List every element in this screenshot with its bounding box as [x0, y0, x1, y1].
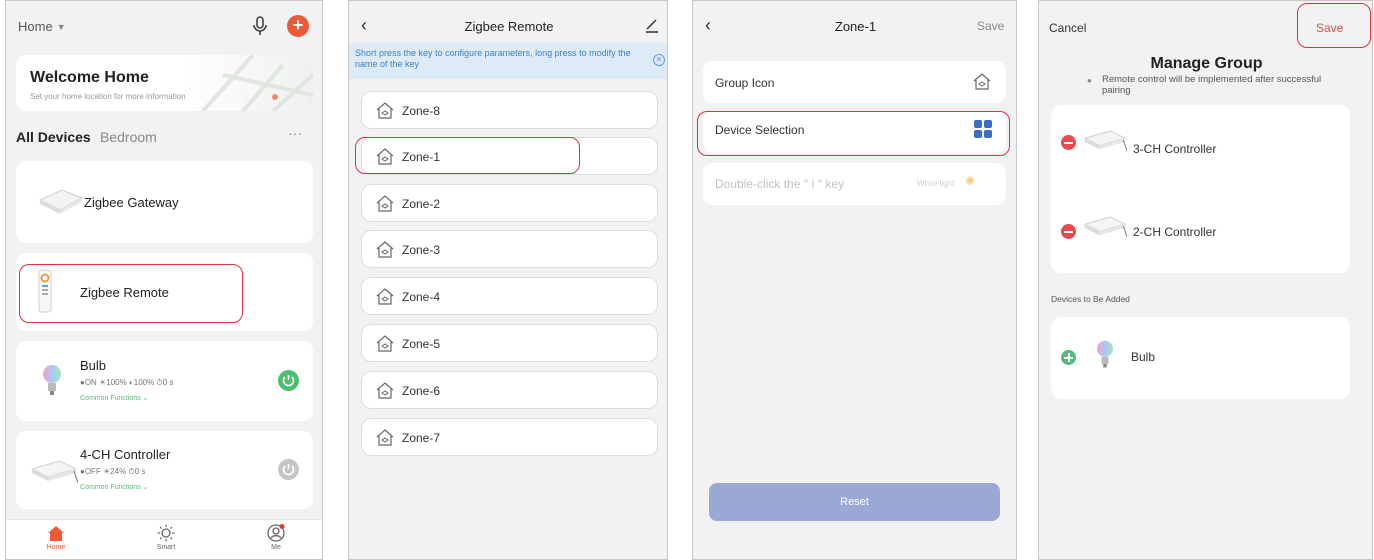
more-icon[interactable]: ··· — [288, 125, 302, 141]
banner-text: Short press the key to configure paramet… — [355, 48, 631, 69]
light-icon: ✺ — [965, 174, 976, 188]
zone-item[interactable]: Zone-6 — [361, 371, 658, 409]
home-icon — [48, 526, 64, 541]
power-icon — [282, 375, 295, 387]
group-devices-card: 3-CH Controller 2-CH Controller — [1051, 105, 1350, 273]
group-home-icon — [376, 241, 394, 258]
device-name: Bulb — [80, 358, 107, 373]
nav-smart[interactable]: Smart — [146, 524, 186, 551]
row-label: Group Icon — [715, 76, 775, 90]
nav-label: Me — [271, 544, 281, 551]
highlight-outline — [19, 264, 243, 323]
device-name: 4-CH Controller — [80, 447, 171, 462]
device-card-bulb[interactable]: Bulb ●ON ☀100% ◐100% ⏱0 s Common Functio… — [16, 341, 313, 421]
to-add-device-name: Bulb — [1131, 350, 1156, 364]
group-home-icon — [376, 382, 394, 399]
add-device-button[interactable] — [1061, 350, 1076, 365]
device-name: Zigbee Gateway — [84, 195, 179, 210]
nav-label: Smart — [156, 544, 176, 551]
welcome-subtitle: Set your home location for more informat… — [30, 92, 186, 101]
page-title: Manage Group — [1150, 55, 1263, 72]
bulb-icon — [1097, 340, 1113, 368]
nav-home[interactable]: Home — [36, 524, 76, 551]
nav-me[interactable]: Me — [256, 524, 296, 551]
group-device-name: 2-CH Controller — [1133, 225, 1217, 239]
info-icon: ● — [1087, 76, 1092, 85]
page-title: Zone-1 — [834, 19, 877, 34]
map-background-icon — [201, 55, 313, 111]
save-button[interactable]: Save — [977, 19, 1004, 33]
zone-item[interactable]: Zone-7 — [361, 418, 658, 456]
highlight-outline — [1297, 3, 1371, 48]
common-functions-link[interactable]: Common Functions ⌄ — [80, 394, 149, 402]
add-device-button[interactable]: + — [287, 15, 309, 37]
group-home-icon — [376, 335, 394, 352]
zone-item[interactable]: Zone-4 — [361, 277, 658, 315]
zone-item[interactable]: Zone-3 — [361, 230, 658, 268]
edit-icon[interactable] — [645, 17, 659, 33]
double-click-row[interactable]: Double-click the " I " key White light ✺ — [703, 163, 1006, 205]
nav-label: Home — [46, 544, 66, 551]
zone-item[interactable]: Zone-2 — [361, 184, 658, 222]
home-screen: Home ▼ + Welcome Home Set your home loca… — [5, 0, 323, 560]
info-banner: Short press the key to configure paramet… — [349, 43, 667, 79]
zone-label: Zone-7 — [402, 431, 441, 445]
controller-icon — [1083, 216, 1127, 238]
cancel-button[interactable]: Cancel — [1049, 21, 1086, 35]
device-status: ●OFF ☀24% ⏱0 s — [80, 467, 146, 476]
reset-button[interactable]: Reset — [709, 483, 1000, 521]
welcome-card[interactable]: Welcome Home Set your home location for … — [16, 55, 313, 111]
power-toggle[interactable] — [278, 370, 299, 391]
manage-group-screen: Cancel Save Manage Group ● Remote contro… — [1038, 0, 1373, 560]
page-title: Zigbee Remote — [464, 19, 554, 34]
controller-icon — [30, 460, 78, 484]
gateway-icon — [38, 189, 84, 214]
group-home-icon — [376, 288, 394, 305]
highlight-outline — [697, 111, 1010, 156]
home-selector[interactable]: Home ▼ — [18, 19, 66, 34]
zone-item[interactable]: Zone-5 — [361, 324, 658, 362]
device-card-4ch-controller[interactable]: 4-CH Controller ●OFF ☀24% ⏱0 s Common Fu… — [16, 431, 313, 509]
zone-label: Zone-3 — [402, 243, 441, 257]
group-device-name: 3-CH Controller — [1133, 142, 1217, 156]
to-add-card: Bulb — [1051, 317, 1350, 399]
group-home-icon — [376, 429, 394, 446]
controller-icon — [1083, 130, 1127, 152]
zone-screen: ‹ Zone-1 Save Group Icon Device Selectio… — [692, 0, 1017, 560]
highlight-outline — [355, 137, 580, 174]
remote-screen: ‹ Zigbee Remote Short press the key to c… — [348, 0, 668, 560]
pairing-note: Remote control will be implemented after… — [1102, 74, 1322, 96]
zone-label: Zone-2 — [402, 197, 441, 211]
welcome-title: Welcome Home — [30, 69, 149, 86]
sun-icon — [157, 524, 175, 542]
power-toggle[interactable] — [278, 459, 299, 480]
row-label: Double-click the " I " key — [715, 177, 845, 191]
remove-device-button[interactable] — [1061, 224, 1076, 239]
zone-label: Zone-6 — [402, 384, 441, 398]
bulb-icon — [43, 365, 61, 395]
group-home-icon — [973, 73, 991, 90]
zone-item[interactable]: Zone-8 — [361, 91, 658, 129]
group-home-icon — [376, 195, 394, 212]
device-card-gateway[interactable]: Zigbee Gateway — [16, 161, 313, 243]
group-icon-row[interactable]: Group Icon — [703, 61, 1006, 103]
zone-label: Zone-5 — [402, 337, 441, 351]
group-home-icon — [376, 102, 394, 119]
tab-all-devices[interactable]: All Devices — [16, 129, 91, 145]
zone-label: Zone-8 — [402, 104, 441, 118]
home-label: Home — [18, 19, 53, 34]
zone-label: Zone-4 — [402, 290, 441, 304]
common-functions-link[interactable]: Common Functions ⌄ — [80, 483, 149, 491]
remove-device-button[interactable] — [1061, 135, 1076, 150]
close-icon[interactable]: ✕ — [653, 54, 665, 66]
microphone-icon[interactable] — [252, 15, 268, 37]
row-value: White light — [917, 179, 955, 188]
device-status: ●ON ☀100% ◐100% ⏱0 s — [80, 378, 174, 387]
power-icon — [282, 464, 295, 476]
section-label: Devices to Be Added — [1051, 294, 1130, 304]
bottom-nav: Home Smart Me — [6, 519, 322, 559]
tab-bedroom[interactable]: Bedroom — [100, 129, 157, 145]
caret-down-icon: ▼ — [56, 21, 66, 32]
user-icon — [267, 524, 285, 542]
